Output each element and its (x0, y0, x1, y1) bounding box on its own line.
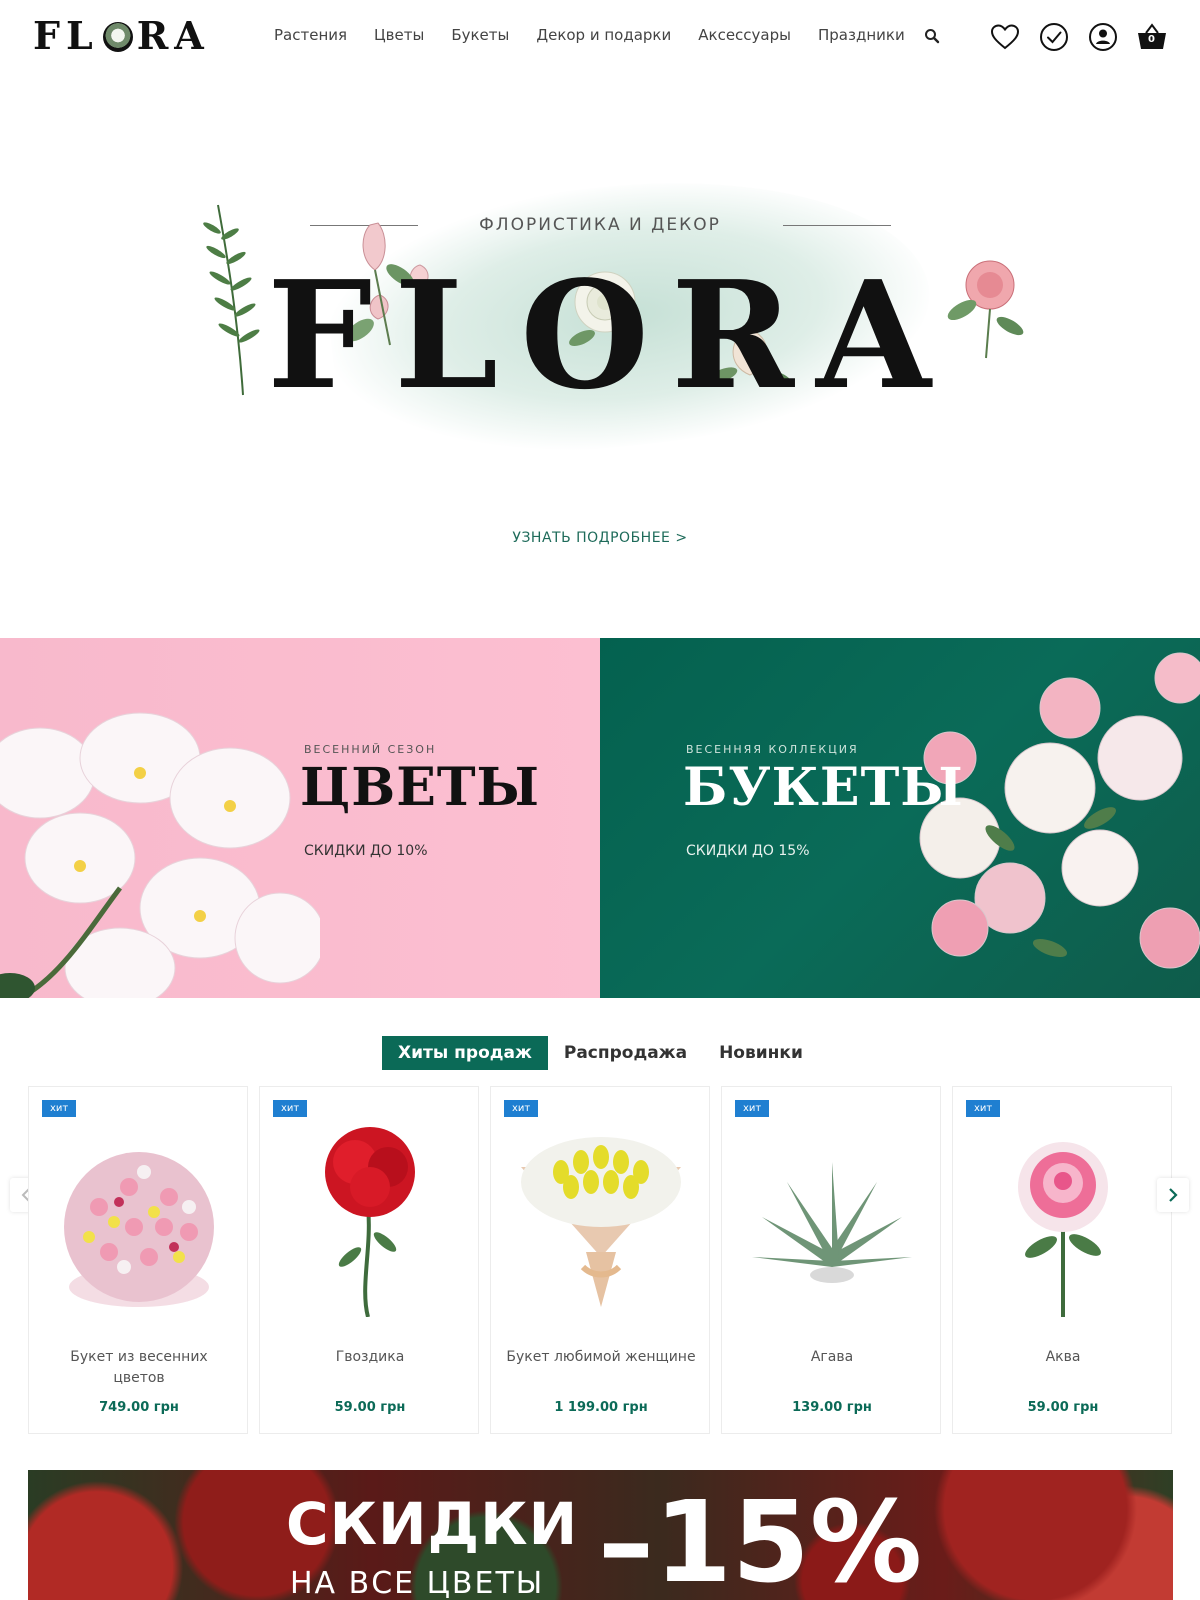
chevron-right-icon (1169, 1188, 1178, 1202)
product-name[interactable]: Гвоздика (275, 1347, 465, 1368)
hero-tagline: флористика и декор (479, 215, 721, 235)
sale-banner-title: СКИДКИ (286, 1490, 579, 1558)
promo-banner-flowers[interactable]: весенний сезон ЦВЕТЫ скидки до 10% (0, 638, 600, 998)
nav-item-flowers[interactable]: Цветы (374, 26, 424, 44)
hit-badge: хит (273, 1100, 308, 1117)
carousel-next-button[interactable] (1157, 1178, 1189, 1212)
product-tabs: Хиты продаж Распродажа Новинки (382, 1036, 819, 1070)
nav-item-decor-gifts[interactable]: Декор и подарки (536, 26, 671, 44)
logo-text-fl: FL (33, 12, 99, 58)
nav-item-plants[interactable]: Растения (274, 26, 347, 44)
product-name[interactable]: Букет из весенних цветов (44, 1347, 234, 1389)
promo-subtitle: скидки до 15% (686, 843, 810, 859)
divider-line (783, 225, 891, 226)
tab-sale[interactable]: Распродажа (548, 1036, 703, 1070)
hit-badge: хит (735, 1100, 770, 1117)
cart-count-badge: 0 (1148, 34, 1155, 45)
promo-banner-bouquets[interactable]: весенняя коллекция БУКЕТЫ скидки до 15% (600, 638, 1200, 998)
nav-item-accessories[interactable]: Аксессуары (698, 26, 791, 44)
product-name[interactable]: Агава (737, 1347, 927, 1368)
site-header: FL RA Растения Цветы Букеты Декор и подар… (0, 0, 1200, 75)
product-price: 1 199.00 грн (554, 1400, 648, 1415)
product-name[interactable]: Аква (968, 1347, 1158, 1368)
sale-banner-subtitle: на все цветы (290, 1566, 545, 1600)
bouquet-image (919, 652, 1200, 969)
tab-bestsellers[interactable]: Хиты продаж (382, 1036, 548, 1070)
product-price: 59.00 грн (334, 1400, 406, 1415)
product-name[interactable]: Букет любимой женщине (506, 1347, 696, 1368)
nav-item-bouquets[interactable]: Букеты (451, 26, 509, 44)
product-card[interactable]: хит Букет любимой женщине 1 199.00 грн (490, 1086, 710, 1434)
product-card[interactable]: хит Букет из весенних цветов 749.00 грн (28, 1086, 248, 1434)
product-image-rose-akva (1018, 1142, 1108, 1317)
tab-new[interactable]: Новинки (703, 1036, 819, 1070)
promo-title: БУКЕТЫ (683, 757, 964, 818)
promo-title: ЦВЕТЫ (300, 757, 541, 818)
hit-badge: хит (504, 1100, 539, 1117)
hero-section: флористика и декор (0, 75, 1200, 635)
product-image-carnation (325, 1127, 415, 1317)
main-nav: Растения Цветы Букеты Декор и подарки Ак… (274, 26, 932, 44)
logo[interactable]: FL RA (33, 12, 210, 58)
check-circle-icon[interactable] (1037, 20, 1071, 54)
product-price: 59.00 грн (1027, 1400, 1099, 1415)
orchid-image (0, 712, 320, 998)
product-card[interactable]: хит Гвоздика 59.00 грн (259, 1086, 479, 1434)
hit-badge: хит (42, 1100, 77, 1117)
product-card[interactable]: хит Аква 59.00 грн (952, 1086, 1172, 1434)
nav-item-holidays[interactable]: Праздники (818, 26, 905, 44)
promo-kicker: весенний сезон (304, 743, 437, 756)
logo-text-ra: RA (136, 12, 210, 58)
product-image-agave (752, 1162, 912, 1283)
sale-banner[interactable]: СКИДКИ на все цветы –15% (28, 1470, 1173, 1600)
product-price: 139.00 грн (792, 1400, 872, 1415)
search-icon[interactable] (924, 28, 940, 44)
hero-logo-word: FLORA (267, 248, 953, 422)
product-image-spring-bouquet (64, 1152, 214, 1307)
user-icon[interactable] (1086, 20, 1120, 54)
header-icons: 0 (988, 20, 1184, 54)
logo-flower-icon (102, 22, 133, 52)
product-card[interactable]: хит Агава 139.00 грн (721, 1086, 941, 1434)
basket-icon[interactable]: 0 (1135, 20, 1169, 54)
heart-icon[interactable] (988, 20, 1022, 54)
product-price: 749.00 грн (99, 1400, 179, 1415)
promo-subtitle: скидки до 10% (304, 843, 428, 859)
hit-badge: хит (966, 1100, 1001, 1117)
sale-banner-percent: –15% (598, 1478, 923, 1600)
product-carousel: хит Букет из весенних цветов 749.00 грн … (28, 1086, 1183, 1434)
learn-more-link[interactable]: узнать подробнее > (470, 530, 730, 546)
product-image-tulip-bouquet (521, 1137, 681, 1307)
promo-kicker: весенняя коллекция (686, 743, 859, 756)
